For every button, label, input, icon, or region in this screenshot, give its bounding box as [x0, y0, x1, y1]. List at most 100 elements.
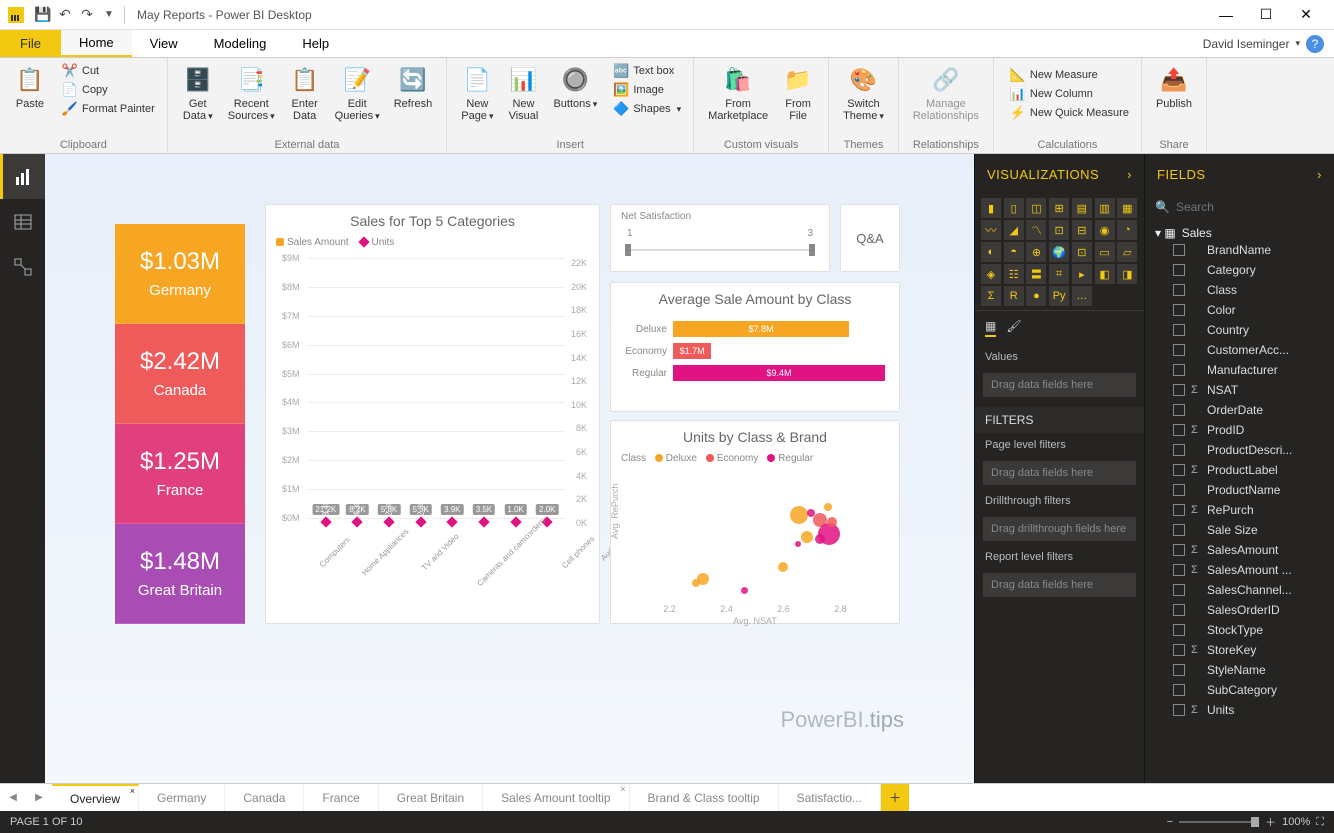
viz-type[interactable]: ▥ — [1095, 198, 1115, 218]
new-visual-button[interactable]: 📊New Visual — [501, 62, 545, 124]
user-name[interactable]: David Iseminger ▾ ? — [1203, 30, 1334, 57]
viz-type[interactable]: … — [1072, 286, 1092, 306]
new-page-button[interactable]: 📄New Page — [455, 62, 499, 124]
fields-panel-header[interactable]: FIELDS› — [1145, 154, 1334, 194]
add-page-button[interactable]: ＋ — [881, 784, 909, 811]
page-tab[interactable]: France — [304, 784, 378, 811]
paste-button[interactable]: 📋Paste — [8, 62, 52, 112]
data-view-button[interactable] — [0, 199, 45, 244]
field-item[interactable]: ΣSalesAmount — [1145, 540, 1334, 560]
fields-well-icon[interactable]: ▦ — [985, 319, 996, 337]
field-item[interactable]: SalesChannel... — [1145, 580, 1334, 600]
field-item[interactable]: Country — [1145, 320, 1334, 340]
viz-type[interactable]: ⊞ — [1049, 198, 1069, 218]
slicer-handle-left[interactable] — [625, 244, 631, 256]
viz-type[interactable]: Σ — [981, 286, 1001, 306]
viz-type[interactable]: ◢ — [1004, 220, 1024, 240]
from-marketplace-button[interactable]: 🛍️From Marketplace — [702, 62, 774, 124]
report-filters-drop[interactable]: Drag data fields here — [983, 573, 1136, 597]
page-tab[interactable]: Canada — [225, 784, 304, 811]
model-view-button[interactable] — [0, 244, 45, 289]
page-tab[interactable]: Overview× — [52, 784, 139, 811]
bar-chart-card[interactable]: Sales for Top 5 Categories Sales Amount … — [265, 204, 600, 624]
field-item[interactable]: Class — [1145, 280, 1334, 300]
zoom-slider[interactable] — [1179, 821, 1259, 823]
field-item[interactable]: ΣProdID — [1145, 420, 1334, 440]
enter-data-button[interactable]: 📋Enter Data — [283, 62, 327, 124]
viz-type[interactable]: ▱ — [1117, 242, 1137, 262]
buttons-button[interactable]: 🔘Buttons — [547, 62, 603, 112]
viz-type[interactable]: 〽 — [1026, 220, 1046, 240]
drill-filters-drop[interactable]: Drag drillthrough fields here — [983, 517, 1136, 541]
report-view-button[interactable] — [0, 154, 45, 199]
viz-type[interactable]: ◉ — [1095, 220, 1115, 240]
field-item[interactable]: Sale Size — [1145, 520, 1334, 540]
image-button[interactable]: 🖼️Image — [609, 81, 685, 99]
field-item[interactable]: ΣRePurch — [1145, 500, 1334, 520]
field-item[interactable]: SalesOrderID — [1145, 600, 1334, 620]
field-item[interactable]: OrderDate — [1145, 400, 1334, 420]
page-tab[interactable]: Satisfactio... — [779, 784, 881, 811]
format-painter-button[interactable]: 🖌️Format Painter — [58, 100, 159, 118]
kpi-tile[interactable]: $1.25MFrance — [115, 424, 245, 524]
field-item[interactable]: ΣNSAT — [1145, 380, 1334, 400]
field-item[interactable]: Category — [1145, 260, 1334, 280]
page-tab[interactable]: Great Britain — [379, 784, 483, 811]
format-well-icon[interactable]: 🖌 — [1006, 319, 1021, 337]
field-item[interactable]: SubCategory — [1145, 680, 1334, 700]
maximize-button[interactable]: ☐ — [1246, 0, 1286, 30]
page-tab[interactable]: Germany — [139, 784, 225, 811]
zoom-in[interactable]: ＋ — [1265, 814, 1276, 830]
page-filters-drop[interactable]: Drag data fields here — [983, 461, 1136, 485]
viz-type[interactable]: ◨ — [1117, 264, 1137, 284]
new-column-button[interactable]: 📊New Column — [1006, 85, 1133, 103]
viz-type[interactable]: R — [1004, 286, 1024, 306]
viz-type[interactable]: ◧ — [1095, 264, 1115, 284]
textbox-button[interactable]: 🔤Text box — [609, 62, 685, 80]
help-icon[interactable]: ? — [1306, 35, 1324, 53]
tab-view[interactable]: View — [132, 30, 196, 57]
manage-relationships-button[interactable]: 🔗Manage Relationships — [907, 62, 985, 124]
fit-page-button[interactable]: ⛶ — [1316, 816, 1324, 829]
viz-type[interactable]: ⊟ — [1072, 220, 1092, 240]
tab-home[interactable]: Home — [61, 30, 132, 57]
viz-type[interactable]: 〓 — [1026, 264, 1046, 284]
publish-button[interactable]: 📤Publish — [1150, 62, 1198, 112]
fields-search[interactable]: 🔍 — [1145, 194, 1334, 220]
scatter-card[interactable]: Units by Class & Brand Class Deluxe Econ… — [610, 420, 900, 624]
cut-button[interactable]: ✂️Cut — [58, 62, 159, 80]
field-item[interactable]: ΣSalesAmount ... — [1145, 560, 1334, 580]
viz-type[interactable]: ● — [1026, 286, 1046, 306]
slicer-track[interactable] — [625, 249, 815, 251]
page-tab[interactable]: Sales Amount tooltip× — [483, 784, 629, 811]
kpi-tile[interactable]: $1.48MGreat Britain — [115, 524, 245, 624]
qat-customize[interactable]: ▼ — [98, 4, 120, 26]
minimize-button[interactable]: ― — [1206, 0, 1246, 30]
from-file-button[interactable]: 📁From File — [776, 62, 820, 124]
kpi-tile[interactable]: $1.03MGermany — [115, 224, 245, 324]
viz-type[interactable]: ⊡ — [1049, 220, 1069, 240]
viz-type[interactable]: ☷ — [1004, 264, 1024, 284]
shapes-button[interactable]: 🔷Shapes▾ — [609, 100, 685, 118]
page-tab[interactable]: Brand & Class tooltip — [630, 784, 779, 811]
viz-type[interactable]: ▯ — [1004, 198, 1024, 218]
tab-next[interactable]: ▶ — [26, 784, 52, 811]
viz-type[interactable]: ⊕ — [1026, 242, 1046, 262]
slicer-satisfaction[interactable]: Net Satisfaction 13 — [610, 204, 830, 272]
undo-button[interactable]: ↶ — [54, 4, 76, 26]
viz-type[interactable]: ◐ — [981, 242, 1001, 262]
tab-prev[interactable]: ◀ — [0, 784, 26, 811]
viz-type[interactable]: Py — [1049, 286, 1069, 306]
field-item[interactable]: StyleName — [1145, 660, 1334, 680]
edit-queries-button[interactable]: 📝Edit Queries — [329, 62, 386, 124]
viz-type[interactable]: ▤ — [1072, 198, 1092, 218]
tab-modeling[interactable]: Modeling — [196, 30, 285, 57]
new-measure-button[interactable]: 📐New Measure — [1006, 66, 1133, 84]
zoom-out[interactable]: − — [1167, 816, 1173, 828]
field-item[interactable]: ΣUnits — [1145, 700, 1334, 720]
refresh-button[interactable]: 🔄Refresh — [388, 62, 439, 112]
viz-type[interactable]: ◫ — [1026, 198, 1046, 218]
field-item[interactable]: ΣProductLabel — [1145, 460, 1334, 480]
viz-type[interactable]: ▮ — [981, 198, 1001, 218]
viz-type[interactable]: ⌗ — [1049, 264, 1069, 284]
